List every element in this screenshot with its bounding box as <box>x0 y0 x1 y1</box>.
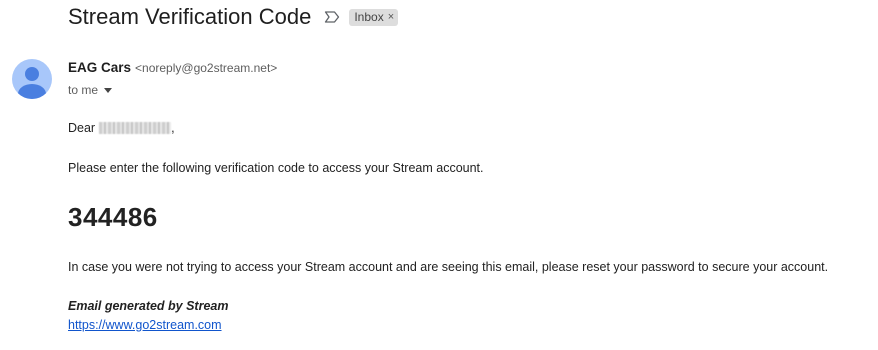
inbox-label-chip[interactable]: Inbox × <box>349 8 399 26</box>
inbox-label-text: Inbox <box>354 10 384 24</box>
greeting: Dear , <box>68 121 175 135</box>
warning-text: In case you were not trying to access yo… <box>68 260 829 274</box>
subject-row: Stream Verification Code Inbox × <box>68 2 399 32</box>
remove-label-icon[interactable]: × <box>388 11 394 23</box>
greeting-prefix: Dear <box>68 121 96 135</box>
verification-code: 344486 <box>68 202 158 232</box>
sender-avatar[interactable] <box>12 59 52 99</box>
sender-name[interactable]: EAG Cars <box>68 60 131 75</box>
chevron-down-icon[interactable] <box>104 87 113 93</box>
greeting-suffix: , <box>171 121 175 135</box>
sender-email: <noreply@go2stream.net> <box>135 61 278 75</box>
instruction-text: Please enter the following verification … <box>68 161 484 175</box>
recipient-details-toggle[interactable]: to me <box>68 82 113 98</box>
stream-website-link[interactable]: https://www.go2stream.com <box>68 318 222 332</box>
recipient-text: to me <box>68 83 99 97</box>
sender-line: EAG Cars <noreply@go2stream.net> <box>68 60 277 78</box>
email-subject: Stream Verification Code <box>68 4 312 29</box>
default-person-avatar-icon <box>18 67 46 99</box>
label-important-icon[interactable] <box>324 10 340 24</box>
generated-by-text: Email generated by Stream <box>68 299 229 313</box>
redacted-name <box>99 122 172 134</box>
